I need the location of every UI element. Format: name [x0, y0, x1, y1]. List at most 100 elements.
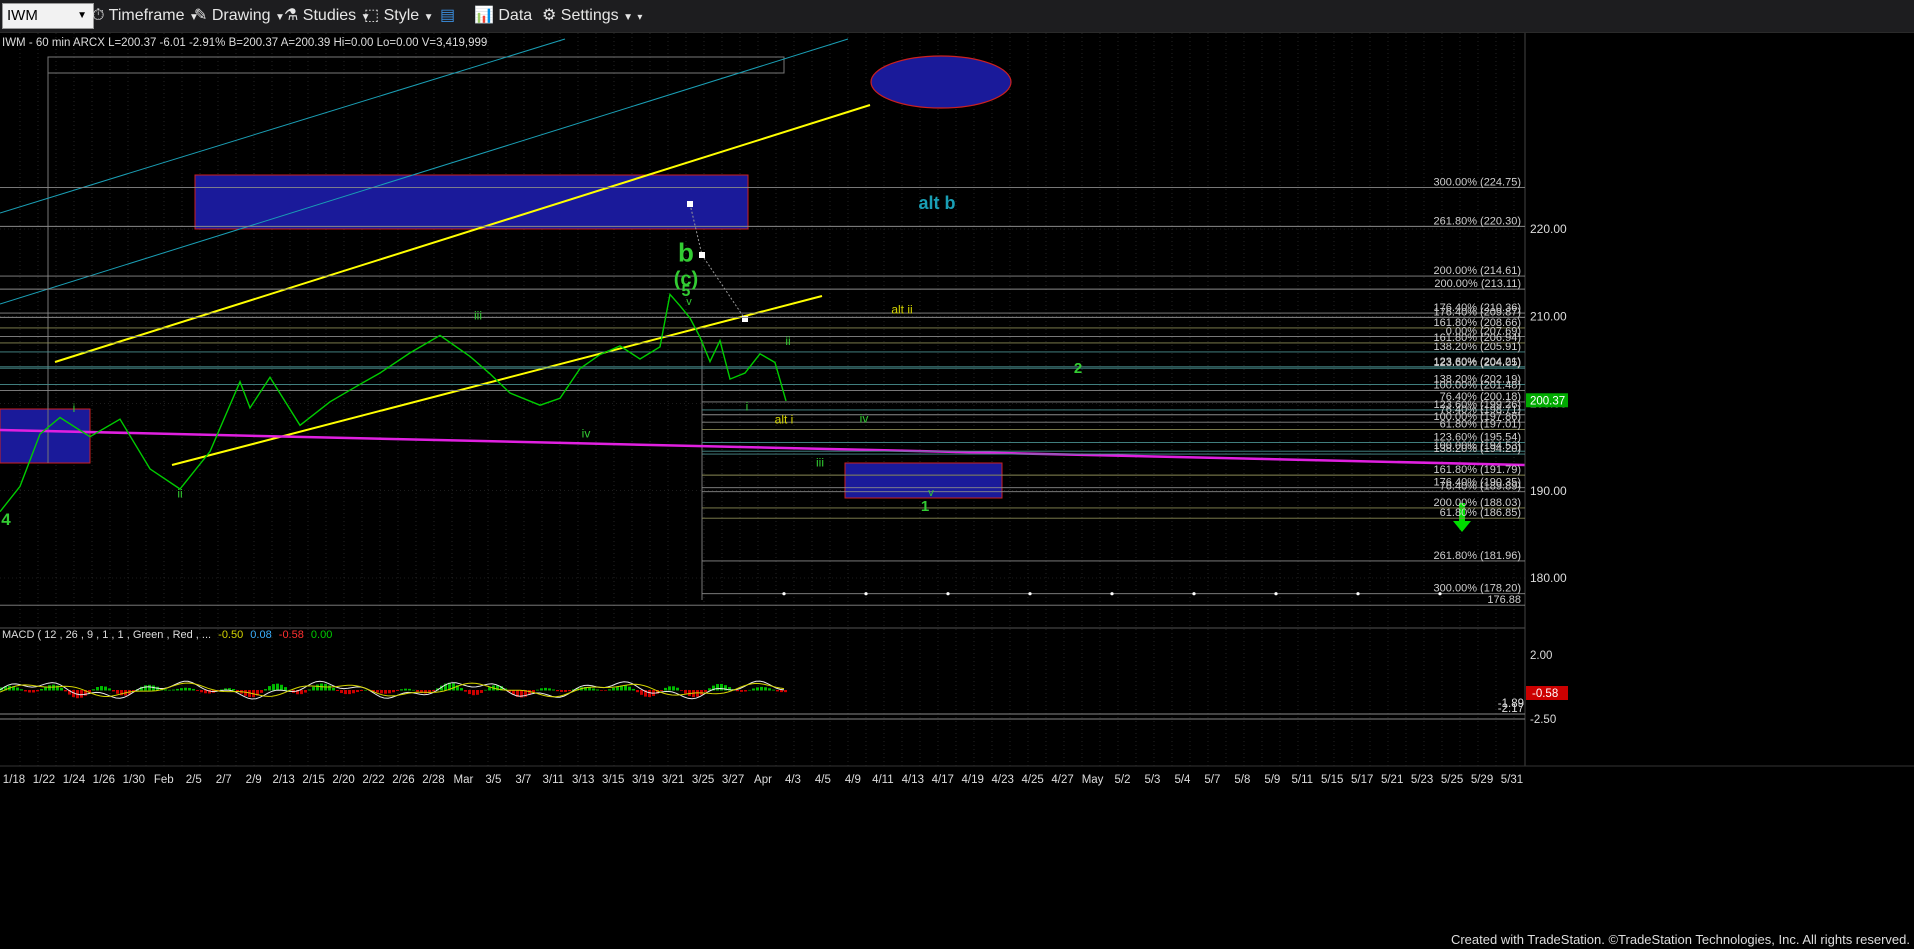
time-axis-label: 2/26 — [392, 774, 414, 786]
macd-value-2: 0.08 — [250, 629, 271, 641]
time-axis-label: 5/8 — [1234, 774, 1250, 786]
macd-histogram-bar — [552, 689, 555, 691]
time-axis-label: 4/19 — [962, 774, 984, 786]
trend-line-upper — [54, 104, 871, 363]
macd-histogram-bar — [480, 690, 483, 693]
bar-chart-icon: 📊 — [474, 7, 494, 24]
style-menu[interactable]: ⬚ Style ▼ — [364, 0, 434, 32]
time-axis-label: 5/4 — [1174, 774, 1191, 786]
macd-histogram-bar — [476, 690, 479, 695]
macd-histogram-bar — [592, 688, 595, 691]
macd-histogram-bar — [704, 690, 707, 692]
macd-histogram-bar — [356, 690, 359, 693]
macd-histogram-bar — [64, 690, 67, 692]
fib-level-label: 138.20% (205.91) — [1434, 341, 1521, 353]
settings-menu[interactable]: ⚙ Settings ▼ ▾ — [542, 0, 642, 32]
layout-icon[interactable]: ▤ — [440, 0, 455, 32]
time-axis-label: 3/19 — [632, 774, 654, 786]
time-axis-label: 5/25 — [1441, 774, 1463, 786]
time-axis-label: 2/20 — [332, 774, 354, 786]
macd-histogram-bar — [332, 687, 335, 691]
macd-histogram-bar — [588, 687, 591, 691]
macd-histogram-bar — [300, 690, 303, 695]
projection-dot — [1192, 592, 1196, 596]
macd-value-4: 0.00 — [311, 629, 332, 641]
chart-area[interactable]: 300.00% (224.75) 261.80% (220.30) 200.00% … — [0, 33, 1914, 931]
macd-histogram-bar — [776, 690, 779, 692]
time-axis-label: 5/29 — [1471, 774, 1493, 786]
time-axis-label: 2/15 — [302, 774, 324, 786]
macd-histogram-bar — [764, 687, 767, 691]
macd-value-1: -0.50 — [218, 629, 243, 641]
fib-levels: 300.00% (224.75) 261.80% (220.30) 200.00% … — [0, 177, 1525, 606]
time-axis-label: 4/13 — [902, 774, 924, 786]
resistance-box — [194, 174, 749, 230]
time-axis-label: 5/23 — [1411, 774, 1433, 786]
fib-level-label: 76.40% (189.89) — [1440, 481, 1521, 493]
macd-histogram-bar — [144, 685, 147, 691]
macd-histogram-bar — [200, 690, 203, 693]
studies-menu[interactable]: ⚗ Studies ▼ — [284, 0, 371, 32]
wave-label: iii — [816, 455, 824, 469]
macd-histogram-bar — [164, 689, 167, 691]
footer-copyright: Created with TradeStation. ©TradeStation… — [1450, 932, 1910, 947]
macd-histogram-bar — [756, 687, 759, 691]
macd-histogram-bar — [432, 690, 435, 692]
macd-histogram-bar — [600, 690, 603, 691]
macd-histogram-bar — [628, 686, 631, 691]
time-axis-label: 3/25 — [692, 774, 714, 786]
gear-icon: ⚙ — [542, 7, 557, 24]
macd-histogram-bar — [40, 688, 43, 691]
time-axis-label: 5/21 — [1381, 774, 1403, 786]
macd-header: MACD ( 12 , 26 , 9 , 1 , 1 , Green , Red… — [2, 629, 332, 641]
timeframe-menu[interactable]: ⏱ Timeframe ▼ — [92, 0, 199, 32]
macd-histogram-bar — [380, 690, 383, 694]
wave-label: v — [686, 296, 692, 308]
macd-histogram-bar — [536, 689, 539, 691]
settings-label: Settings — [560, 7, 619, 24]
drawing-menu[interactable]: ✎ Drawing ▼ — [194, 0, 285, 32]
price-line — [0, 292, 787, 513]
macd-histogram-bar — [544, 687, 547, 691]
macd-histogram-bar — [624, 685, 627, 691]
time-axis-label: 5/7 — [1204, 774, 1220, 786]
macd-histogram-bar — [112, 690, 115, 692]
macd-histogram-bar — [20, 689, 23, 691]
toolbar: IWM ▼ ⏱ Timeframe ▼ ✎ Drawing ▼ ⚗ Studie… — [0, 0, 1914, 33]
macd-histogram-bar — [196, 690, 199, 691]
macd-histogram-bar — [348, 690, 351, 695]
macd-label: MACD ( 12 , 26 , 9 , 1 , 1 , Green , Red… — [2, 629, 211, 641]
time-axis-label: 2/9 — [246, 774, 262, 786]
time-axis-label: 5/17 — [1351, 774, 1373, 786]
macd-histogram-bar — [560, 690, 563, 692]
drawing-label: Drawing — [211, 7, 271, 24]
fib-level-label: 261.80% (220.30) — [1434, 215, 1521, 227]
support-box-left — [0, 408, 91, 464]
projection-dot — [1356, 592, 1360, 596]
macd-histogram-bar — [568, 690, 571, 692]
macd-histogram-bar — [184, 687, 187, 691]
macd-histogram-bar — [92, 689, 95, 691]
time-axis-label: Feb — [154, 774, 174, 786]
data-menu[interactable]: 📊 Data — [474, 0, 532, 32]
macd-histogram-bar — [312, 686, 315, 691]
time-axis-label: 1/18 — [3, 774, 25, 786]
macd-histogram-bar — [464, 690, 467, 692]
macd-histogram-bar — [388, 690, 391, 694]
time-axis-label: 5/31 — [1501, 774, 1523, 786]
macd-histogram-bar — [376, 690, 379, 693]
symbol-selector[interactable]: IWM ▼ — [2, 3, 94, 29]
macd-histogram-bar — [36, 690, 39, 692]
magenta-trend-line — [0, 428, 1526, 467]
time-axis-label: 2/5 — [186, 774, 202, 786]
last-price-label: 200.37 — [1530, 395, 1565, 407]
wave-label: iv — [582, 427, 591, 441]
macd-histogram-bar — [636, 690, 639, 693]
time-axis-label: 2/28 — [422, 774, 444, 786]
timeframe-label: Timeframe — [108, 7, 185, 24]
time-axis-label: 3/27 — [722, 774, 744, 786]
projection-dot — [1274, 592, 1278, 596]
time-axis-label: 4/27 — [1051, 774, 1073, 786]
projection-dot — [1438, 592, 1442, 596]
macd-histogram-bar — [736, 690, 739, 692]
